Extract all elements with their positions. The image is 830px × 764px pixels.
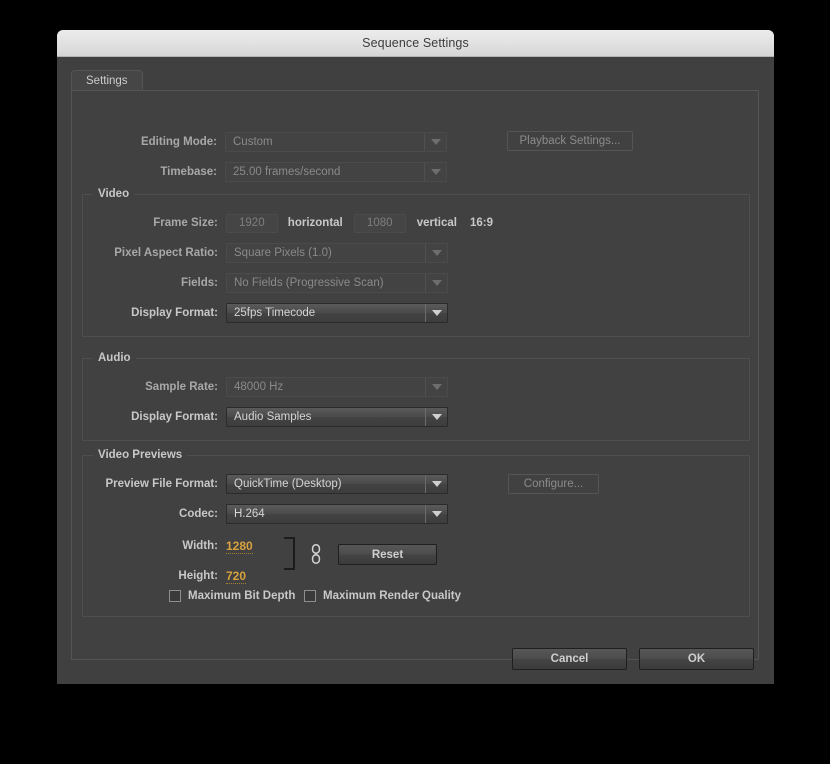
audio-display-format-value: Audio Samples	[234, 411, 312, 423]
video-display-format-row: Display Format: 25fps Timecode	[73, 303, 493, 323]
audio-group: Audio Sample Rate: 48000 Hz Display Form…	[82, 352, 750, 441]
tab-strip: Settings	[71, 69, 143, 91]
chevron-down-icon	[425, 244, 447, 262]
tab-settings[interactable]: Settings	[71, 70, 143, 91]
frame-size-vertical-value: 1080	[366, 217, 393, 229]
sample-rate-label: Sample Rate:	[145, 381, 218, 393]
editing-mode-label: Editing Mode:	[140, 136, 217, 148]
codec-value: H.264	[234, 508, 265, 520]
video-group: Video Frame Size: 1920 horizontal 1080 v…	[82, 188, 750, 337]
preview-file-format-dropdown[interactable]: QuickTime (Desktop)	[226, 474, 448, 494]
ok-button[interactable]: OK	[639, 648, 754, 670]
horizontal-label: horizontal	[287, 217, 343, 229]
constrain-bracket	[284, 537, 295, 570]
editing-mode-value: Custom	[233, 136, 273, 148]
codec-row: Codec: H.264	[73, 504, 493, 524]
maximum-bit-depth-checkbox[interactable]: Maximum Bit Depth	[169, 590, 295, 602]
audio-display-format-row: Display Format: Audio Samples	[73, 407, 493, 427]
audio-display-format-dropdown[interactable]: Audio Samples	[226, 407, 448, 427]
pixel-aspect-ratio-label: Pixel Aspect Ratio:	[114, 247, 218, 259]
video-display-format-dropdown[interactable]: 25fps Timecode	[226, 303, 448, 323]
aspect-ratio-value: 16:9	[469, 217, 494, 229]
preview-file-format-row: Preview File Format: QuickTime (Desktop)	[73, 474, 493, 494]
video-group-title: Video	[93, 188, 135, 200]
pixel-aspect-ratio-row: Pixel Aspect Ratio: Square Pixels (1.0)	[73, 243, 493, 263]
sample-rate-dropdown[interactable]: 48000 Hz	[226, 377, 448, 397]
width-value[interactable]: 1280	[226, 539, 253, 554]
tab-settings-label: Settings	[86, 75, 128, 87]
ok-label: OK	[687, 653, 706, 665]
codec-dropdown[interactable]: H.264	[226, 504, 448, 524]
width-row: Width: 1280	[73, 536, 373, 556]
maximum-render-quality-label: Maximum Render Quality	[323, 590, 462, 602]
height-label: Height:	[178, 570, 218, 582]
frame-size-horizontal-input[interactable]: 1920	[225, 213, 278, 233]
audio-group-title: Audio	[93, 352, 136, 364]
fields-label: Fields:	[180, 277, 218, 289]
height-value[interactable]: 720	[226, 569, 247, 584]
video-display-format-value: 25fps Timecode	[234, 307, 316, 319]
sample-rate-value: 48000 Hz	[234, 381, 284, 393]
chevron-down-icon	[425, 505, 447, 523]
chevron-down-icon	[425, 304, 447, 322]
video-display-format-label: Display Format:	[131, 307, 218, 319]
timebase-row: Timebase: 25.00 frames/second	[72, 162, 492, 182]
audio-display-format-label: Display Format:	[131, 411, 218, 423]
codec-label: Codec:	[179, 508, 218, 520]
checkbox-box-icon	[304, 590, 316, 602]
fields-dropdown[interactable]: No Fields (Progressive Scan)	[226, 273, 448, 293]
timebase-label: Timebase:	[160, 166, 217, 178]
fields-row: Fields: No Fields (Progressive Scan)	[73, 273, 493, 293]
chevron-down-icon	[425, 378, 447, 396]
reset-label: Reset	[371, 548, 404, 561]
reset-button[interactable]: Reset	[338, 544, 437, 565]
frame-size-horizontal-value: 1920	[239, 217, 265, 229]
height-row: Height: 720	[73, 566, 373, 586]
configure-button[interactable]: Configure...	[508, 474, 599, 494]
playback-settings-button[interactable]: Playback Settings...	[507, 131, 633, 151]
frame-size-row: Frame Size: 1920 horizontal 1080 vertica…	[73, 213, 493, 233]
vertical-label: vertical	[416, 217, 457, 229]
settings-panel: Editing Mode: Custom Playback Settings..…	[71, 90, 759, 660]
maximum-bit-depth-label: Maximum Bit Depth	[188, 590, 296, 602]
maximum-render-quality-checkbox[interactable]: Maximum Render Quality	[304, 590, 461, 602]
chevron-down-icon	[424, 133, 446, 151]
video-previews-group: Video Previews Preview File Format: Quic…	[82, 449, 750, 617]
video-previews-group-title: Video Previews	[93, 449, 188, 461]
preview-file-format-label: Preview File Format:	[105, 478, 218, 490]
playback-settings-label: Playback Settings...	[519, 135, 621, 147]
chain-link-icon-svg	[311, 544, 321, 564]
chevron-down-icon	[425, 274, 447, 292]
frame-size-label: Frame Size:	[153, 217, 218, 229]
chevron-down-icon	[425, 408, 447, 426]
dialog-footer: Cancel OK	[57, 648, 774, 684]
dialog-title: Sequence Settings	[362, 36, 469, 50]
checkbox-box-icon	[169, 590, 181, 602]
configure-label: Configure...	[523, 478, 584, 490]
pixel-aspect-ratio-dropdown[interactable]: Square Pixels (1.0)	[226, 243, 448, 263]
chevron-down-icon	[425, 475, 447, 493]
cancel-button[interactable]: Cancel	[512, 648, 627, 670]
chain-link-icon[interactable]	[311, 544, 321, 564]
width-label: Width:	[182, 540, 218, 552]
cancel-label: Cancel	[550, 653, 589, 665]
sample-rate-row: Sample Rate: 48000 Hz	[73, 377, 493, 397]
chevron-down-icon	[424, 163, 446, 181]
dialog-titlebar: Sequence Settings	[57, 30, 774, 57]
sequence-settings-dialog: Sequence Settings Settings Editing Mode:…	[57, 30, 774, 684]
pixel-aspect-ratio-value: Square Pixels (1.0)	[234, 247, 332, 259]
fields-value: No Fields (Progressive Scan)	[234, 277, 384, 289]
frame-size-vertical-input[interactable]: 1080	[353, 213, 406, 233]
timebase-value: 25.00 frames/second	[233, 166, 341, 178]
editing-mode-row: Editing Mode: Custom	[72, 132, 492, 152]
preview-file-format-value: QuickTime (Desktop)	[234, 478, 342, 490]
editing-mode-dropdown[interactable]: Custom	[225, 132, 447, 152]
timebase-dropdown[interactable]: 25.00 frames/second	[225, 162, 447, 182]
